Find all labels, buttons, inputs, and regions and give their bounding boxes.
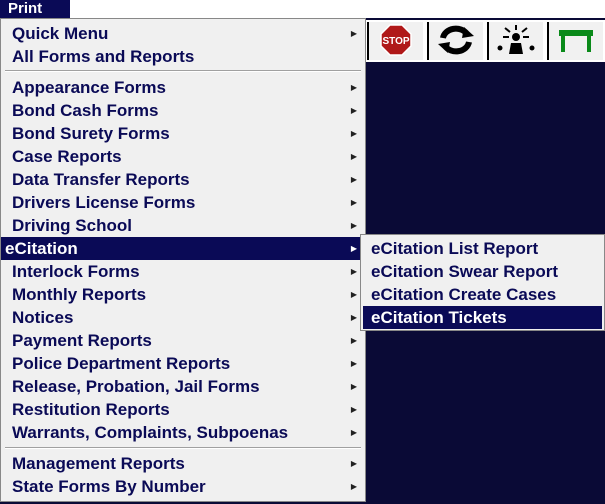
menu-item-label: Management Reports	[12, 454, 185, 473]
submenu-arrow-icon: ▶	[350, 221, 357, 230]
submenu-item-ecitation-create-cases[interactable]: eCitation Create Cases	[363, 283, 602, 306]
people-icon	[497, 25, 535, 54]
submenu-arrow-icon: ▶	[350, 267, 357, 276]
submenu-item-label: eCitation List Report	[371, 239, 539, 258]
menu-item-interlock-forms[interactable]: Interlock Forms ▶	[1, 260, 365, 283]
table-icon	[559, 30, 593, 52]
menu-item-label: Bond Cash Forms	[12, 101, 159, 120]
people-button[interactable]	[487, 22, 543, 60]
menu-item-drivers-license-forms[interactable]: Drivers License Forms ▶	[1, 191, 365, 214]
menu-item-label: State Forms By Number	[12, 477, 206, 496]
submenu-arrow-icon: ▶	[350, 175, 357, 184]
menu-item-case-reports[interactable]: Case Reports ▶	[1, 145, 365, 168]
submenu-arrow-icon: ▶	[350, 129, 357, 138]
submenu-item-label: eCitation Tickets	[371, 308, 507, 327]
submenu-item-ecitation-swear-report[interactable]: eCitation Swear Report	[363, 260, 602, 283]
menu-item-label: Driving School	[12, 216, 132, 235]
menu-item-notices[interactable]: Notices ▶	[1, 306, 365, 329]
menu-separator	[5, 70, 361, 72]
refresh-icon	[438, 25, 474, 55]
menu-item-quick-menu[interactable]: Quick Menu ▶	[1, 22, 365, 45]
submenu-arrow-icon: ▶	[350, 459, 357, 468]
submenu-item-ecitation-list-report[interactable]: eCitation List Report	[363, 237, 602, 260]
menu-print[interactable]: Print	[0, 0, 70, 18]
menu-item-warrants-complaints-subpoenas[interactable]: Warrants, Complaints, Subpoenas ▶	[1, 421, 365, 444]
stop-button[interactable]: STOP	[367, 22, 423, 60]
stop-icon: STOP	[380, 24, 412, 56]
submenu-item-ecitation-tickets[interactable]: eCitation Tickets	[363, 306, 602, 329]
submenu-item-label: eCitation Swear Report	[371, 262, 559, 281]
menu-item-label: Release, Probation, Jail Forms	[12, 377, 260, 396]
submenu-arrow-icon: ▶	[350, 482, 357, 491]
submenu-arrow-icon: ▶	[350, 359, 357, 368]
submenu-arrow-icon: ▶	[350, 428, 357, 437]
submenu-arrow-icon: ▶	[350, 290, 357, 299]
menu-item-state-forms-by-number[interactable]: State Forms By Number ▶	[1, 475, 365, 498]
submenu-arrow-icon: ▶	[350, 405, 357, 414]
submenu-arrow-icon: ▶	[350, 83, 357, 92]
menu-item-label: Quick Menu	[12, 24, 109, 43]
menu-item-label: Bond Surety Forms	[12, 124, 170, 143]
menu-item-label: Monthly Reports	[12, 285, 147, 304]
menu-item-label: Payment Reports	[12, 331, 152, 350]
ecitation-submenu: eCitation List Report eCitation Swear Re…	[360, 234, 605, 331]
menu-item-data-transfer-reports[interactable]: Data Transfer Reports ▶	[1, 168, 365, 191]
svg-text:STOP: STOP	[382, 36, 409, 47]
submenu-arrow-icon: ▶	[350, 313, 357, 322]
submenu-item-label: eCitation Create Cases	[371, 285, 557, 304]
menu-item-label: All Forms and Reports	[12, 47, 195, 66]
menu-item-bond-surety-forms[interactable]: Bond Surety Forms ▶	[1, 122, 365, 145]
menu-item-restitution-reports[interactable]: Restitution Reports ▶	[1, 398, 365, 421]
menu-item-management-reports[interactable]: Management Reports ▶	[1, 452, 365, 475]
submenu-arrow-icon: ▶	[350, 29, 357, 38]
menu-item-label: Appearance Forms	[12, 78, 166, 97]
menu-item-payment-reports[interactable]: Payment Reports ▶	[1, 329, 365, 352]
submenu-arrow-icon: ▶	[350, 244, 357, 253]
menu-item-monthly-reports[interactable]: Monthly Reports ▶	[1, 283, 365, 306]
submenu-arrow-icon: ▶	[350, 336, 357, 345]
submenu-arrow-icon: ▶	[350, 198, 357, 207]
menu-item-label: Warrants, Complaints, Subpoenas	[12, 423, 289, 442]
menu-item-label: Data Transfer Reports	[12, 170, 190, 189]
submenu-arrow-icon: ▶	[350, 106, 357, 115]
menu-bar: Print	[0, 0, 605, 18]
toolbar: STOP	[365, 20, 605, 62]
refresh-button[interactable]	[427, 22, 483, 60]
menu-item-label: Notices	[12, 308, 74, 327]
table-button[interactable]	[547, 22, 603, 60]
menu-item-ecitation[interactable]: eCitation ▶	[1, 237, 365, 260]
menu-item-label: Drivers License Forms	[12, 193, 196, 212]
print-menu: Quick Menu ▶ All Forms and Reports Appea…	[0, 18, 366, 502]
menu-item-label: eCitation	[5, 239, 78, 258]
menu-item-release-probation-jail-forms[interactable]: Release, Probation, Jail Forms ▶	[1, 375, 365, 398]
menu-item-all-forms-and-reports[interactable]: All Forms and Reports	[1, 45, 365, 68]
menu-item-police-department-reports[interactable]: Police Department Reports ▶	[1, 352, 365, 375]
menu-item-label: Police Department Reports	[12, 354, 231, 373]
menu-item-label: Case Reports	[12, 147, 122, 166]
menu-item-label: Restitution Reports	[12, 400, 170, 419]
menu-item-appearance-forms[interactable]: Appearance Forms ▶	[1, 76, 365, 99]
menu-item-label: Interlock Forms	[12, 262, 140, 281]
submenu-arrow-icon: ▶	[350, 152, 357, 161]
menu-separator	[5, 447, 361, 449]
submenu-arrow-icon: ▶	[350, 382, 357, 391]
menu-item-bond-cash-forms[interactable]: Bond Cash Forms ▶	[1, 99, 365, 122]
menu-item-driving-school[interactable]: Driving School ▶	[1, 214, 365, 237]
